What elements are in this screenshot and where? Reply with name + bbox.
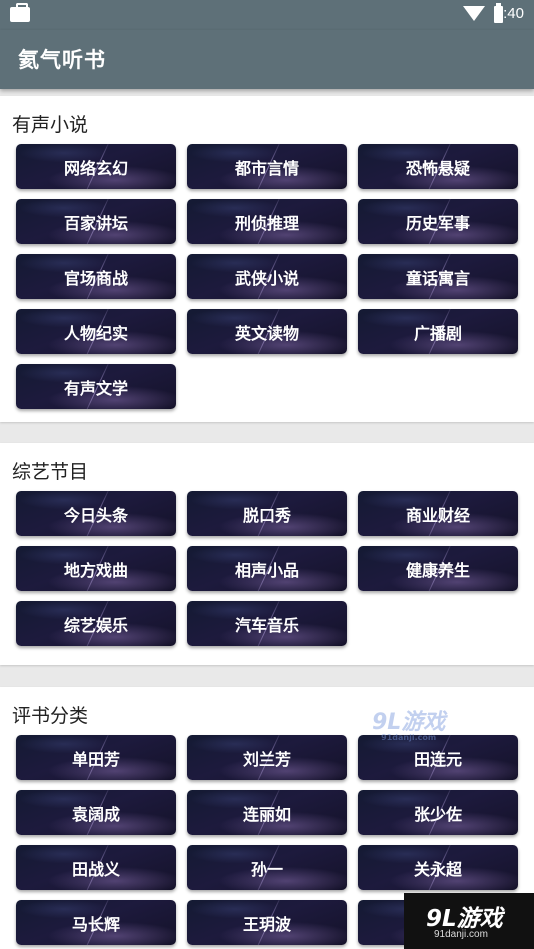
category-button[interactable]: 有声文学 xyxy=(16,364,176,409)
category-button[interactable]: 汽车音乐 xyxy=(187,601,347,646)
category-button[interactable]: 童话寓言 xyxy=(358,254,518,299)
category-button[interactable]: 百家讲坛 xyxy=(16,199,176,244)
category-label: 单田芳 xyxy=(71,749,120,769)
category-button[interactable]: 刘兰芳 xyxy=(187,735,347,780)
category-label: 英文读物 xyxy=(234,323,299,343)
category-label: 商业财经 xyxy=(405,505,470,525)
category-button[interactable]: 综艺娱乐 xyxy=(16,601,176,646)
category-button[interactable]: 张少佐 xyxy=(358,790,518,835)
category-button[interactable]: 田战义 xyxy=(16,845,176,890)
category-button[interactable]: 今日头条 xyxy=(16,491,176,536)
app-bar: 氦气听书 xyxy=(0,30,534,89)
category-button[interactable]: 关永超 xyxy=(358,845,518,890)
category-label: 历史军事 xyxy=(405,213,470,233)
category-label: 都市言情 xyxy=(234,158,299,178)
category-label: 健康养生 xyxy=(405,560,470,580)
category-label: 田连元 xyxy=(413,749,462,769)
category-button[interactable]: 相声小品 xyxy=(187,546,347,591)
category-button[interactable]: 袁阔成 xyxy=(16,790,176,835)
section-audio-novels: 有声小说 网络玄幻 都市言情 恐怖悬疑 百家讲坛 刑侦推理 历史军事 官场商战 … xyxy=(0,96,534,422)
category-button[interactable]: 脱口秀 xyxy=(187,491,347,536)
section-heading: 综艺节目 xyxy=(12,461,89,483)
watermark-logo: 9L游戏 91danji.com xyxy=(372,704,445,742)
category-button[interactable]: 官场商战 xyxy=(16,254,176,299)
category-button[interactable]: 单田芳 xyxy=(16,735,176,780)
category-label: 袁阔成 xyxy=(71,804,120,824)
category-label: 田战义 xyxy=(71,859,120,879)
watermark-brand-text: 9L游戏 xyxy=(372,710,446,735)
watermark-brand-text: 9L游戏 xyxy=(426,906,503,932)
category-button[interactable]: 健康养生 xyxy=(358,546,518,591)
category-grid: 网络玄幻 都市言情 恐怖悬疑 百家讲坛 刑侦推理 历史军事 官场商战 武侠小说 … xyxy=(16,144,519,409)
category-button[interactable]: 商业财经 xyxy=(358,491,518,536)
category-label: 刑侦推理 xyxy=(234,213,299,233)
briefcase-icon xyxy=(10,3,30,22)
category-button[interactable]: 英文读物 xyxy=(187,309,347,354)
category-button[interactable]: 地方戏曲 xyxy=(16,546,176,591)
category-button[interactable]: 马长辉 xyxy=(16,900,176,945)
category-button[interactable]: 武侠小说 xyxy=(187,254,347,299)
category-button[interactable]: 孙一 xyxy=(187,845,347,890)
category-label: 脱口秀 xyxy=(242,505,291,525)
category-button[interactable]: 历史军事 xyxy=(358,199,518,244)
category-label: 今日头条 xyxy=(63,505,128,525)
category-button[interactable]: 连丽如 xyxy=(187,790,347,835)
category-label: 百家讲坛 xyxy=(63,213,128,233)
watermark-url-text: 91danji.com xyxy=(381,733,437,742)
category-button[interactable]: 刑侦推理 xyxy=(187,199,347,244)
category-label: 张少佐 xyxy=(413,804,462,824)
category-label: 武侠小说 xyxy=(234,268,299,288)
category-button[interactable]: 人物纪实 xyxy=(16,309,176,354)
status-bar: 2:40 xyxy=(0,0,534,30)
category-label: 连丽如 xyxy=(242,804,291,824)
category-label: 王玥波 xyxy=(242,914,291,934)
category-label: 童话寓言 xyxy=(405,268,470,288)
app-title: 氦气听书 xyxy=(18,48,106,72)
section-variety-shows: 综艺节目 今日头条 脱口秀 商业财经 地方戏曲 相声小品 健康养生 综艺娱乐 汽… xyxy=(0,443,534,665)
category-label: 综艺娱乐 xyxy=(63,615,128,635)
section-heading: 评书分类 xyxy=(12,705,89,727)
category-label: 有声文学 xyxy=(63,378,128,398)
category-label: 孙一 xyxy=(250,859,283,879)
section-heading: 有声小说 xyxy=(12,114,89,136)
category-label: 刘兰芳 xyxy=(242,749,291,769)
category-button[interactable]: 广播剧 xyxy=(358,309,518,354)
category-button[interactable]: 都市言情 xyxy=(187,144,347,189)
category-label: 相声小品 xyxy=(234,560,299,580)
status-time: 2:40 xyxy=(494,5,524,22)
category-label: 人物纪实 xyxy=(63,323,128,343)
category-label: 马长辉 xyxy=(71,914,120,934)
category-button[interactable]: 网络玄幻 xyxy=(16,144,176,189)
category-button[interactable]: 恐怖悬疑 xyxy=(358,144,518,189)
category-label: 恐怖悬疑 xyxy=(405,158,470,178)
category-label: 网络玄幻 xyxy=(63,158,128,178)
category-label: 汽车音乐 xyxy=(234,615,299,635)
wifi-icon xyxy=(463,6,485,21)
watermark-url-text: 91danji.com xyxy=(434,929,488,940)
category-button[interactable]: 王玥波 xyxy=(187,900,347,945)
category-label: 广播剧 xyxy=(413,323,462,343)
category-grid: 今日头条 脱口秀 商业财经 地方戏曲 相声小品 健康养生 综艺娱乐 汽车音乐 xyxy=(16,491,519,646)
category-label: 关永超 xyxy=(413,859,462,879)
category-label: 官场商战 xyxy=(63,268,128,288)
corner-watermark-logo: 9L游戏 91danji.com xyxy=(404,893,534,949)
category-label: 地方戏曲 xyxy=(63,560,128,580)
